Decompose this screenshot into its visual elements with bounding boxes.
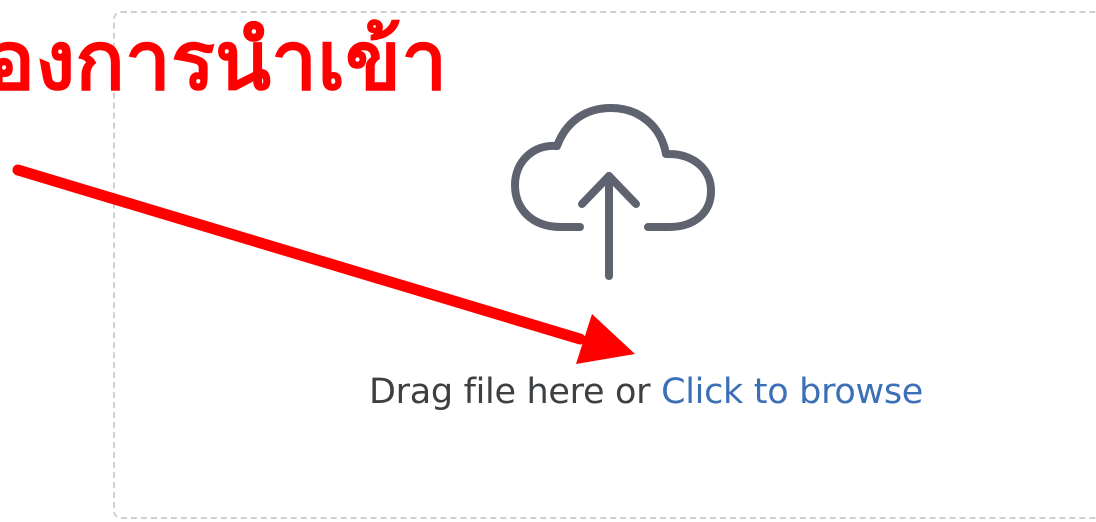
dropzone-instructions: Drag file here or Click to browse [0, 372, 1096, 412]
browse-link[interactable]: Click to browse [661, 372, 923, 412]
drag-file-text: Drag file here or [368, 372, 662, 412]
annotation-label: ้องการนำเข้า [0, 14, 448, 109]
cloud-upload-icon [511, 104, 715, 280]
